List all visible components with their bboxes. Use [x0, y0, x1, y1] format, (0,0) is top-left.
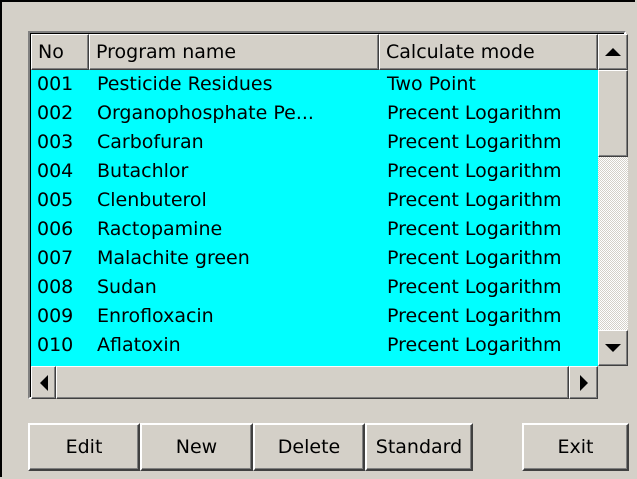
row-calculate-mode: Precent Logarithm [387, 305, 562, 327]
row-no: 005 [37, 189, 74, 211]
row-no: 001 [37, 73, 74, 95]
row-program-name: Carbofuran [97, 131, 204, 153]
arrow-up-icon [605, 48, 621, 56]
row-calculate-mode: Two Point [387, 73, 476, 95]
arrow-down-icon [605, 344, 621, 352]
row-program-name: Aflatoxin [97, 334, 181, 356]
row-no: 004 [37, 160, 74, 182]
list-rows: 001 Pesticide Residues Two Point 002 Organo… [31, 70, 598, 366]
row-calculate-mode: Precent Logarithm [387, 276, 562, 298]
row-no: 002 [37, 102, 74, 124]
row-program-name: Pesticide Residues [97, 73, 273, 95]
exit-button[interactable]: Exit [522, 423, 629, 471]
scroll-right-button[interactable] [569, 366, 598, 399]
edit-button[interactable]: Edit [28, 423, 140, 471]
program-list-body: No Program name Calculate mode 001 Pestic… [30, 33, 628, 399]
table-row[interactable]: 007 Malachite green Precent Logarithm [31, 244, 598, 273]
row-program-name: Ractopamine [97, 218, 223, 240]
table-row[interactable]: 009 Enrofloxacin Precent Logarithm [31, 302, 598, 331]
standard-button[interactable]: Standard [365, 423, 473, 471]
scroll-up-button[interactable] [598, 34, 628, 70]
scroll-left-button[interactable] [31, 366, 56, 399]
column-header-program-name[interactable]: Program name [89, 34, 379, 70]
row-no: 006 [37, 218, 74, 240]
row-calculate-mode: Precent Logarithm [387, 160, 562, 182]
table-row[interactable]: 001 Pesticide Residues Two Point [31, 70, 598, 99]
table-row[interactable]: 002 Organophosphate Pe... Precent Logarith… [31, 99, 598, 128]
row-calculate-mode: Precent Logarithm [387, 102, 562, 124]
table-row[interactable]: 006 Ractopamine Precent Logarithm [31, 215, 598, 244]
new-button[interactable]: New [140, 423, 253, 471]
row-no: 010 [37, 334, 74, 356]
row-program-name: Butachlor [97, 160, 189, 182]
row-program-name: Organophosphate Pe... [97, 102, 314, 124]
arrow-right-icon [579, 374, 588, 391]
vertical-scrollbar[interactable] [598, 34, 628, 366]
row-program-name: Malachite green [97, 247, 250, 269]
row-calculate-mode: Precent Logarithm [387, 247, 562, 269]
table-row[interactable]: 004 Butachlor Precent Logarithm [31, 157, 598, 186]
row-calculate-mode: Precent Logarithm [387, 131, 562, 153]
row-program-name: Enrofloxacin [97, 305, 214, 327]
row-no: 008 [37, 276, 74, 298]
table-row[interactable]: 010 Aflatoxin Precent Logarithm [31, 331, 598, 360]
row-program-name: Clenbuterol [97, 189, 207, 211]
row-calculate-mode: Precent Logarithm [387, 189, 562, 211]
table-row[interactable]: 003 Carbofuran Precent Logarithm [31, 128, 598, 157]
column-header-calculate-mode[interactable]: Calculate mode [379, 34, 598, 70]
row-no: 009 [37, 305, 74, 327]
program-list[interactable]: No Program name Calculate mode 001 Pestic… [28, 31, 628, 399]
scroll-down-button[interactable] [598, 330, 628, 366]
row-no: 007 [37, 247, 74, 269]
arrow-left-icon [39, 374, 48, 391]
scrollbar-corner [598, 366, 628, 399]
row-no: 003 [37, 131, 74, 153]
vertical-scroll-thumb[interactable] [598, 70, 628, 157]
horizontal-scroll-thumb[interactable] [56, 366, 569, 399]
horizontal-scrollbar[interactable] [31, 366, 598, 399]
table-row[interactable]: 008 Sudan Precent Logarithm [31, 273, 598, 302]
row-calculate-mode: Precent Logarithm [387, 334, 562, 356]
delete-button[interactable]: Delete [253, 423, 365, 471]
table-row[interactable]: 005 Clenbuterol Precent Logarithm [31, 186, 598, 215]
list-header: No Program name Calculate mode [31, 34, 598, 70]
row-calculate-mode: Precent Logarithm [387, 218, 562, 240]
column-header-no[interactable]: No [31, 34, 89, 70]
row-program-name: Sudan [97, 276, 157, 298]
